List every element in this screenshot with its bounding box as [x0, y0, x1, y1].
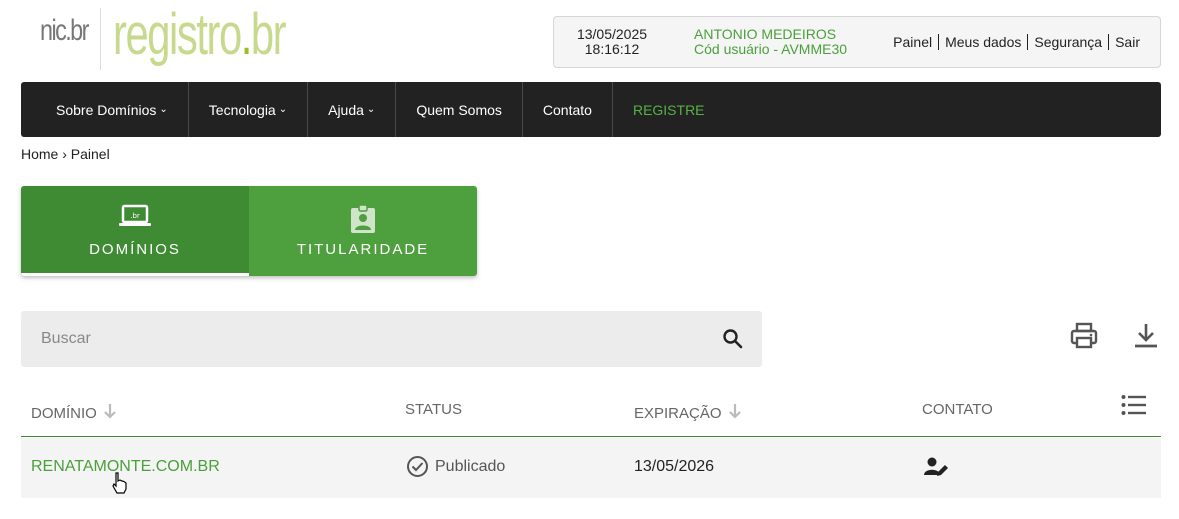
session-datetime: 13/05/2025 18:16:12: [554, 27, 670, 57]
logo-divider: [100, 8, 101, 70]
status-text: Publicado: [435, 457, 506, 475]
column-header-domain[interactable]: DOMÍNIO: [31, 403, 117, 423]
panel-tabs: .br DOMÍNIOS TITULARIDADE: [21, 186, 477, 276]
tab-dominios[interactable]: .br DOMÍNIOS: [21, 186, 249, 276]
edit-contact-icon[interactable]: [923, 456, 949, 483]
logo-main-text: registro: [113, 2, 242, 67]
column-header-contact: CONTATO: [922, 401, 993, 418]
search-bar: [21, 311, 762, 367]
nav-tecnologia[interactable]: Tecnologia ⌄: [189, 82, 309, 137]
link-sair[interactable]: Sair: [1109, 34, 1146, 50]
nav-quem-somos[interactable]: Quem Somos: [396, 82, 523, 137]
chevron-down-icon: ⌄: [278, 104, 288, 115]
check-circle-icon: [407, 456, 428, 477]
breadcrumb[interactable]: Home › Painel: [21, 146, 110, 162]
registro-br-logo[interactable]: registro.br: [113, 2, 287, 68]
user-identity: ANTONIO MEDEIROS Cód usuário - AVMME30: [694, 27, 847, 57]
user-info-box: 13/05/2025 18:16:12 ANTONIO MEDEIROS Cód…: [553, 16, 1161, 68]
nav-label: REGISTRE: [632, 101, 705, 118]
user-code: Cód usuário - AVMME30: [694, 41, 848, 57]
column-label: EXPIRAÇÃO: [634, 404, 722, 422]
table-row: RENATAMONTE.COM.BR Publicado 13/05/2026: [21, 438, 1161, 498]
nav-label: Contato: [542, 101, 592, 118]
nav-label: Ajuda: [328, 101, 364, 118]
user-name: ANTONIO MEDEIROS: [694, 26, 837, 42]
chevron-down-icon: ⌄: [366, 104, 376, 115]
nav-label: Quem Somos: [416, 101, 502, 118]
print-icon[interactable]: [1070, 322, 1098, 355]
column-header-expiration[interactable]: EXPIRAÇÃO: [634, 403, 742, 423]
hand-cursor-icon: [112, 472, 128, 499]
column-label: STATUS: [405, 401, 462, 418]
column-label: DOMÍNIO: [31, 404, 97, 422]
laptop-icon: .br: [118, 204, 152, 233]
arrow-down-icon: [728, 403, 742, 423]
status-cell: Publicado: [406, 455, 505, 478]
expiration-date: 13/05/2026: [634, 458, 715, 475]
table-header: DOMÍNIO STATUS EXPIRAÇÃO CONTATO: [21, 390, 1161, 437]
column-label: CONTATO: [922, 401, 993, 418]
nav-registre[interactable]: REGISTRE: [613, 82, 725, 137]
nic-br-logo[interactable]: nic.br: [40, 14, 89, 48]
nav-ajuda[interactable]: Ajuda ⌄: [308, 82, 397, 137]
download-icon[interactable]: [1133, 322, 1159, 355]
tab-label: TITULARIDADE: [296, 241, 430, 258]
link-seguranca[interactable]: Segurança: [1028, 34, 1108, 50]
logo-tld-text: br: [250, 2, 287, 67]
svg-text:.br: .br: [130, 212, 140, 220]
search-icon[interactable]: [722, 328, 744, 355]
arrow-down-icon: [103, 403, 117, 423]
link-meus-dados[interactable]: Meus dados: [939, 34, 1027, 50]
link-painel[interactable]: Painel: [887, 34, 938, 50]
logo-dot: .: [240, 2, 253, 67]
user-links: Painel Meus dados Segurança Sair: [887, 34, 1146, 50]
session-date: 13/05/2025: [576, 26, 648, 42]
main-nav: Sobre Domínios ⌄ Tecnologia ⌄ Ajuda ⌄ Quem …: [21, 82, 1161, 137]
search-input[interactable]: [21, 311, 711, 367]
nav-label: Tecnologia: [208, 101, 276, 118]
nav-label: Sobre Domínios: [56, 101, 157, 118]
list-columns-icon[interactable]: [1121, 394, 1147, 420]
chevron-down-icon: ⌄: [159, 104, 168, 115]
tab-label: DOMÍNIOS: [89, 241, 181, 258]
nav-sobre-dominios[interactable]: Sobre Domínios ⌄: [21, 82, 189, 137]
session-time: 18:16:12: [584, 41, 640, 57]
column-header-status: STATUS: [405, 401, 462, 418]
tab-titularidade[interactable]: TITULARIDADE: [249, 186, 477, 276]
id-badge-icon: [349, 204, 377, 239]
nav-contato[interactable]: Contato: [523, 82, 613, 137]
